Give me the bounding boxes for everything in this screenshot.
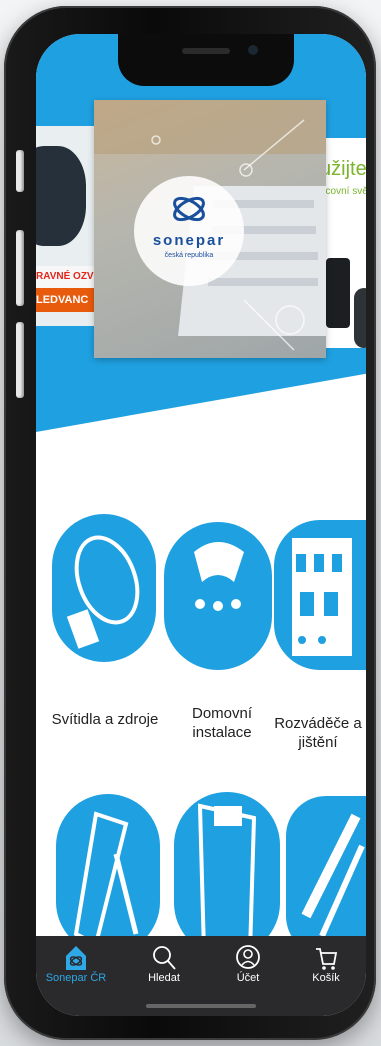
work-lamp-image: [326, 258, 350, 328]
category-label: Domovní instalace: [191, 705, 253, 741]
socket-image: [164, 522, 272, 670]
home-indicator[interactable]: [146, 1004, 256, 1008]
tab-account[interactable]: Účet: [212, 944, 284, 984]
cart-icon: [316, 948, 338, 970]
sonepar-logo-icon: [173, 196, 205, 222]
volume-up-button: [16, 230, 24, 306]
tab-label: Účet: [236, 972, 260, 984]
bulb-image: [52, 514, 156, 662]
banner-right-title: užijte a: [320, 158, 366, 180]
home-logo-icon: [66, 946, 86, 970]
category-label: Rozváděče a jištění: [274, 715, 362, 751]
tab-label: Hledat: [148, 972, 180, 984]
logo-name: sonepar: [152, 232, 226, 249]
tab-search[interactable]: Hledat: [128, 944, 200, 984]
category-label: Svítidla a zdroje: [51, 711, 159, 728]
cable-image: [286, 796, 366, 956]
sonepar-logo: sonepar česká republika: [134, 176, 244, 286]
tab-label: Košík: [312, 972, 340, 984]
work-lamp-image: [354, 288, 366, 348]
logo-subtitle: česká republika: [164, 252, 214, 259]
magnifier-ab-icon: AB: [169, 426, 205, 465]
barcode-scanner-action[interactable]: Čtečka kódů: [218, 420, 296, 487]
search-action[interactable]: AB Hledat: [156, 424, 216, 489]
cable-tray-image: [174, 792, 280, 956]
tab-sonepar[interactable]: Sonepar ČR: [40, 944, 112, 984]
tire-image: [36, 146, 86, 246]
tab-label: Sonepar ČR: [45, 972, 107, 984]
screwdriver-image: [56, 794, 160, 954]
tab-cart[interactable]: Košík: [290, 944, 362, 984]
phone-frame: RAVNÉ OZVU LEDVANC sonepar česká republi…: [4, 6, 376, 1040]
bottom-tab-bar: Sonepar ČR Hledat Účet Košík: [36, 936, 366, 1016]
barcode-scan-icon: [238, 421, 276, 465]
banner-right-subtitle: acovní svět: [320, 186, 366, 197]
notch: [118, 34, 294, 86]
barcode-scanner-label: Čtečka kódů: [226, 475, 288, 487]
volume-down-button: [16, 322, 24, 398]
search-action-label: Hledat: [170, 477, 202, 489]
svg-text:AB: AB: [177, 435, 194, 450]
account-icon: [236, 945, 260, 969]
app-screen: RAVNÉ OZVU LEDVANC sonepar česká republi…: [36, 34, 366, 1016]
mute-switch: [16, 150, 24, 192]
banner-slide-current[interactable]: sonepar česká republika: [94, 100, 326, 358]
search-icon: [153, 946, 176, 970]
breakers-image: [274, 520, 366, 670]
